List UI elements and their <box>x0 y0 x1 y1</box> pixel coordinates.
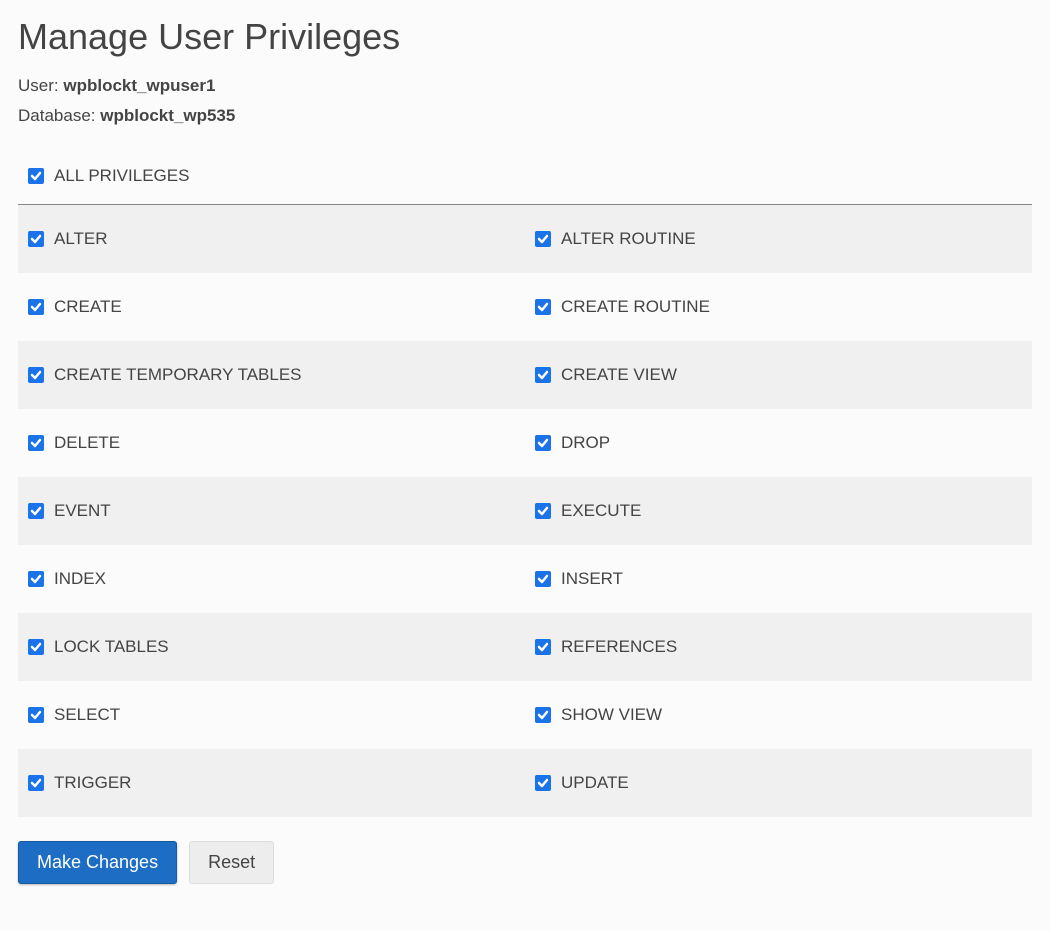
all-privileges-checkbox[interactable] <box>28 168 44 184</box>
privilege-event: EVENT <box>18 477 525 545</box>
privilege-label: CREATE TEMPORARY TABLES <box>54 365 302 385</box>
privilege-label: DELETE <box>54 433 120 453</box>
actions-bar: Make Changes Reset <box>18 841 1032 884</box>
privilege-checkbox-update[interactable] <box>535 775 551 791</box>
all-privileges-row: ALL PRIVILEGES <box>18 154 1032 205</box>
privilege-checkbox-delete[interactable] <box>28 435 44 451</box>
privilege-label: LOCK TABLES <box>54 637 169 657</box>
privilege-label: EXECUTE <box>561 501 641 521</box>
page-title: Manage User Privileges <box>18 16 1032 58</box>
privilege-label: ALTER ROUTINE <box>561 229 696 249</box>
privilege-create-routine: CREATE ROUTINE <box>525 273 1032 341</box>
privilege-checkbox-event[interactable] <box>28 503 44 519</box>
privilege-show-view: SHOW VIEW <box>525 681 1032 749</box>
privilege-checkbox-index[interactable] <box>28 571 44 587</box>
privilege-select: SELECT <box>18 681 525 749</box>
privilege-checkbox-create-view[interactable] <box>535 367 551 383</box>
privilege-trigger: TRIGGER <box>18 749 525 817</box>
privilege-label: SHOW VIEW <box>561 705 662 725</box>
privilege-checkbox-create-routine[interactable] <box>535 299 551 315</box>
privilege-label: INDEX <box>54 569 106 589</box>
privilege-checkbox-create[interactable] <box>28 299 44 315</box>
make-changes-button[interactable]: Make Changes <box>18 841 177 884</box>
privilege-alter: ALTER <box>18 205 525 273</box>
privilege-checkbox-alter[interactable] <box>28 231 44 247</box>
privilege-checkbox-lock-tables[interactable] <box>28 639 44 655</box>
database-value: wpblockt_wp535 <box>100 106 235 125</box>
privileges-grid: ALTER ALTER ROUTINE CREATE CREATE ROUTINE CR… <box>18 205 1032 817</box>
privilege-label: EVENT <box>54 501 111 521</box>
privilege-index: INDEX <box>18 545 525 613</box>
privilege-label: INSERT <box>561 569 623 589</box>
privilege-drop: DROP <box>525 409 1032 477</box>
privilege-lock-tables: LOCK TABLES <box>18 613 525 681</box>
privilege-checkbox-trigger[interactable] <box>28 775 44 791</box>
privilege-delete: DELETE <box>18 409 525 477</box>
privilege-create-view: CREATE VIEW <box>525 341 1032 409</box>
privilege-checkbox-alter-routine[interactable] <box>535 231 551 247</box>
privilege-checkbox-drop[interactable] <box>535 435 551 451</box>
privilege-label: CREATE VIEW <box>561 365 677 385</box>
privilege-create: CREATE <box>18 273 525 341</box>
privilege-checkbox-select[interactable] <box>28 707 44 723</box>
privilege-label: ALTER <box>54 229 108 249</box>
privilege-label: UPDATE <box>561 773 629 793</box>
privilege-checkbox-show-view[interactable] <box>535 707 551 723</box>
user-value: wpblockt_wpuser1 <box>63 76 215 95</box>
all-privileges-label: ALL PRIVILEGES <box>54 166 189 186</box>
privilege-checkbox-create-temporary-tables[interactable] <box>28 367 44 383</box>
privilege-update: UPDATE <box>525 749 1032 817</box>
privilege-insert: INSERT <box>525 545 1032 613</box>
privilege-execute: EXECUTE <box>525 477 1032 545</box>
privilege-label: REFERENCES <box>561 637 677 657</box>
privilege-create-temporary-tables: CREATE TEMPORARY TABLES <box>18 341 525 409</box>
privilege-label: TRIGGER <box>54 773 131 793</box>
privilege-label: CREATE ROUTINE <box>561 297 710 317</box>
database-info-line: Database: wpblockt_wp535 <box>18 106 1032 126</box>
user-info-line: User: wpblockt_wpuser1 <box>18 76 1032 96</box>
privilege-checkbox-execute[interactable] <box>535 503 551 519</box>
privilege-label: DROP <box>561 433 610 453</box>
privilege-checkbox-insert[interactable] <box>535 571 551 587</box>
privilege-references: REFERENCES <box>525 613 1032 681</box>
database-label: Database: <box>18 106 96 125</box>
privilege-label: SELECT <box>54 705 120 725</box>
reset-button[interactable]: Reset <box>189 841 274 884</box>
privilege-alter-routine: ALTER ROUTINE <box>525 205 1032 273</box>
user-label: User: <box>18 76 59 95</box>
privilege-checkbox-references[interactable] <box>535 639 551 655</box>
privilege-label: CREATE <box>54 297 122 317</box>
